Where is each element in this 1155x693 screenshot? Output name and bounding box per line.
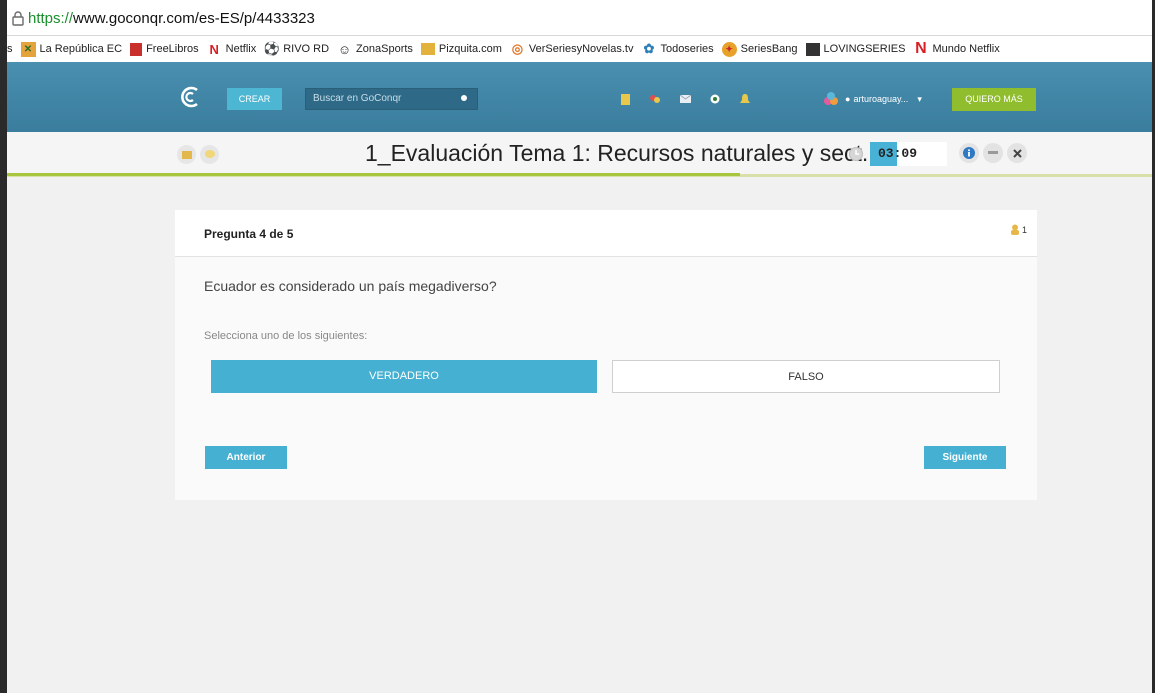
bookmark-label: Todoseries bbox=[660, 43, 714, 55]
hint-icon bbox=[1010, 224, 1019, 235]
bookmark-item[interactable]: FreeLibros bbox=[130, 42, 199, 56]
bookmarks-bar: s ✕ La República EC FreeLibros N Netflix ⚽… bbox=[7, 36, 1152, 62]
answer-option-false[interactable]: FALSO bbox=[612, 360, 1000, 393]
site-navbar: CREAR Buscar en GoConqr ● arturoaguay...… bbox=[7, 62, 1152, 132]
bookmark-item[interactable]: s bbox=[7, 43, 13, 55]
minimize-icon[interactable] bbox=[983, 143, 1003, 163]
search-icon[interactable] bbox=[460, 94, 469, 103]
comment-icon[interactable] bbox=[200, 145, 219, 164]
groups-icon[interactable] bbox=[640, 92, 670, 106]
document-icon[interactable] bbox=[610, 92, 640, 106]
url-path: www.goconqr.com/es-ES/p/4433323 bbox=[73, 10, 315, 27]
answer-option-true[interactable]: VERDADERO bbox=[211, 360, 597, 393]
bookmark-label: Pizquita.com bbox=[438, 43, 502, 55]
flower-icon: ✿ bbox=[643, 41, 655, 56]
bookmark-item[interactable]: ✕ La República EC bbox=[20, 41, 123, 57]
bookmark-item[interactable]: ⚽ RIVO RD bbox=[263, 41, 330, 57]
search-input[interactable]: Buscar en GoConqr bbox=[305, 88, 478, 110]
book-icon bbox=[130, 42, 143, 56]
soccer-ball-icon: ☺ bbox=[337, 41, 352, 57]
soccer-ball-icon: ⚽ bbox=[263, 41, 280, 56]
hint-count: 1 bbox=[1021, 224, 1027, 235]
bookmark-item[interactable]: Pizquita.com bbox=[420, 43, 502, 55]
info-icon[interactable] bbox=[959, 143, 979, 163]
create-button[interactable]: CREAR bbox=[227, 88, 282, 110]
bookmark-item[interactable]: LOVINGSERIES bbox=[805, 42, 906, 56]
bookmark-label: s bbox=[7, 43, 13, 55]
avatar-icon bbox=[824, 92, 838, 105]
bookmark-item[interactable]: ✿ Todoseries bbox=[641, 41, 714, 57]
activity-icon[interactable] bbox=[700, 92, 730, 106]
clock-icon bbox=[849, 147, 863, 161]
flashcard-icon[interactable] bbox=[177, 145, 196, 164]
bookmark-label: FreeLibros bbox=[146, 43, 199, 55]
answer-instruction: Selecciona uno de los siguientes: bbox=[204, 330, 368, 342]
folder-icon bbox=[420, 43, 435, 55]
bookmark-label: La República EC bbox=[39, 43, 123, 55]
bookmark-item[interactable]: ✦ SeriesBang bbox=[721, 41, 798, 57]
search-placeholder: Buscar en GoConqr bbox=[313, 93, 402, 104]
address-bar[interactable]: https://www.goconqr.com/es-ES/p/4433323 bbox=[7, 0, 1152, 36]
bookmark-item[interactable]: ☺ ZonaSports bbox=[337, 42, 413, 57]
netflix-icon: N bbox=[209, 41, 219, 57]
bookmark-label: SeriesBang bbox=[740, 43, 798, 55]
bookmark-label: LOVINGSERIES bbox=[823, 43, 906, 55]
question-header: Pregunta 4 de 5 1 bbox=[175, 210, 1037, 257]
bell-icon[interactable] bbox=[730, 92, 760, 106]
user-menu[interactable]: ● arturoaguay... ▾ bbox=[823, 92, 922, 106]
timer-value: 03:09 bbox=[878, 146, 918, 161]
titlebar-right-actions bbox=[959, 143, 1027, 163]
bookmark-item[interactable]: ◎ VerSeriesyNovelas.tv bbox=[510, 41, 634, 57]
lock-icon bbox=[12, 11, 24, 26]
bookmark-item[interactable]: N Mundo Netflix bbox=[913, 40, 1000, 57]
tv-icon: ◎ bbox=[511, 41, 524, 56]
next-button[interactable]: Siguiente bbox=[924, 446, 1006, 469]
quiz-title: 1_Evaluación Tema 1: Recursos naturales … bbox=[365, 140, 882, 166]
goconqr-logo-icon[interactable] bbox=[177, 84, 203, 110]
graduation-cap-icon: ● bbox=[845, 94, 851, 104]
bookmark-label: VerSeriesyNovelas.tv bbox=[528, 43, 634, 55]
quiz-progress-bar bbox=[7, 173, 740, 176]
question-counter: Pregunta 4 de 5 bbox=[204, 227, 294, 241]
chevron-down-icon: ▾ bbox=[917, 93, 922, 104]
username: arturoaguay... bbox=[853, 94, 909, 104]
bookmark-label: RIVO RD bbox=[283, 43, 330, 55]
bookmark-label: ZonaSports bbox=[356, 43, 413, 55]
titlebar-left-actions bbox=[177, 145, 219, 164]
bookmark-label: Netflix bbox=[225, 43, 257, 55]
bookmark-label: Mundo Netflix bbox=[932, 43, 1000, 55]
upgrade-button[interactable]: QUIERO MÁS bbox=[952, 88, 1036, 111]
bang-icon: ✦ bbox=[721, 41, 737, 57]
close-icon[interactable] bbox=[1007, 143, 1027, 163]
countdown-timer: 03:09 bbox=[870, 142, 947, 166]
previous-button[interactable]: Anterior bbox=[205, 446, 287, 469]
question-text: Ecuador es considerado un país megadiver… bbox=[204, 278, 497, 294]
url-text[interactable]: https://www.goconqr.com/es-ES/p/4433323 bbox=[11, 10, 315, 27]
flag-icon: ✕ bbox=[20, 41, 36, 57]
film-icon bbox=[805, 42, 820, 56]
hint-button[interactable]: 1 bbox=[1010, 224, 1027, 235]
nav-icons bbox=[610, 92, 760, 106]
question-card: Pregunta 4 de 5 1 Ecuador es considerado… bbox=[175, 210, 1037, 500]
url-protocol: https:// bbox=[28, 10, 74, 27]
mail-icon[interactable] bbox=[670, 92, 700, 106]
quiz-titlebar: 1_Evaluación Tema 1: Recursos naturales … bbox=[7, 132, 1152, 177]
bookmark-item[interactable]: N Netflix bbox=[207, 41, 257, 57]
netflix-icon: N bbox=[915, 40, 927, 57]
window-frame-left bbox=[0, 0, 7, 693]
